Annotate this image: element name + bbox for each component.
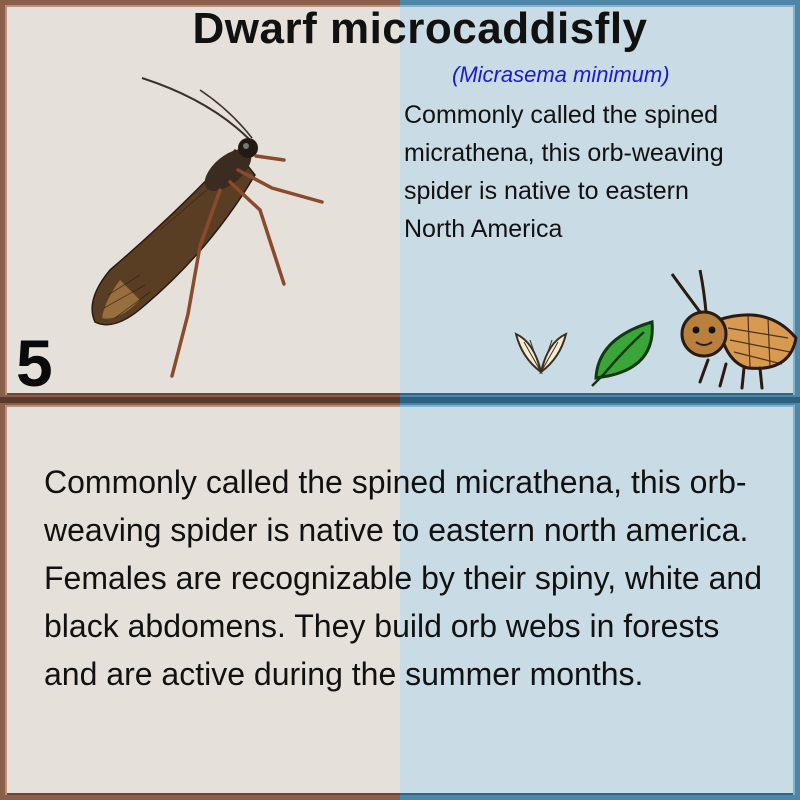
- panel-divider: [0, 397, 800, 403]
- wings-icon: [514, 332, 568, 375]
- card-top-panel: Dwarf microcaddisfly (Micrasema minimum)…: [0, 0, 800, 400]
- long-description: Commonly called the spined micrathena, t…: [44, 464, 762, 692]
- card-title: Dwarf microcaddisfly: [192, 4, 648, 53]
- caddisfly-photo: [91, 77, 324, 378]
- card-number: 5: [16, 326, 53, 400]
- moth-cartoon-icon: [670, 269, 798, 390]
- leaf-icon: [591, 320, 654, 387]
- short-description: Commonly called the spined micrathena, t…: [404, 96, 734, 248]
- short-description-text: Commonly called the spined micrathena, t…: [404, 101, 724, 243]
- scientific-name: (Micrasema minimum): [452, 62, 670, 87]
